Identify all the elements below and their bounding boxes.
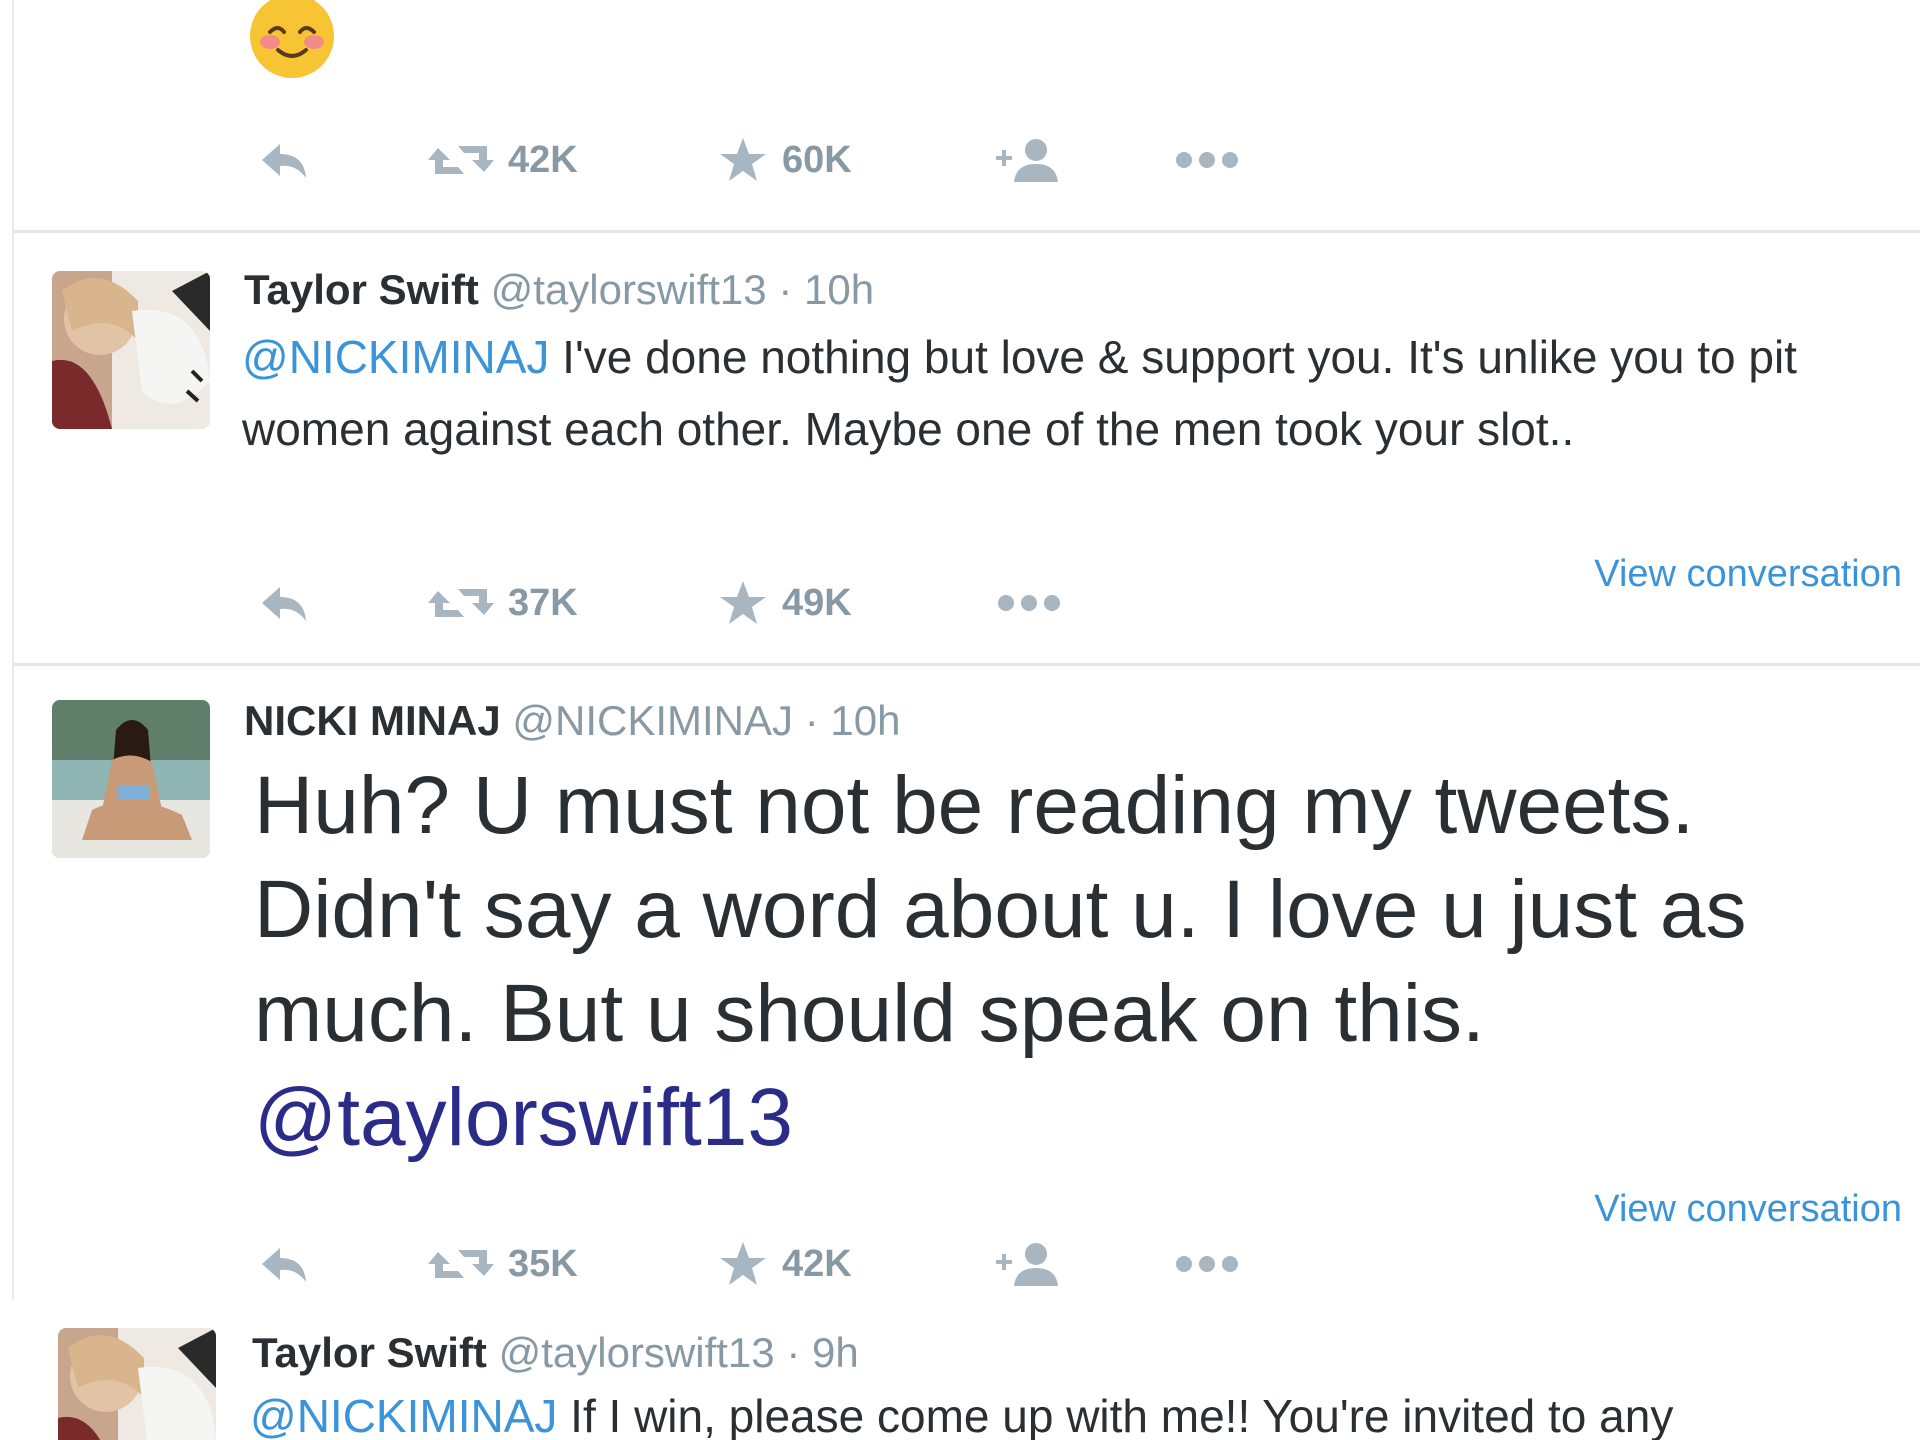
view-conversation-link[interactable]: View conversation [1594,553,1902,596]
separator: · [786,1329,801,1376]
tweet-item[interactable]: 42K 60K [14,0,1920,228]
tweet-header: NICKI MINAJ @NICKIMINAJ · 10h [244,696,900,746]
reply-icon [262,144,306,178]
follow-button[interactable] [996,1234,1062,1294]
timestamp[interactable]: 10h [830,697,900,744]
retweet-button[interactable]: 37K [428,573,578,633]
mention-link[interactable]: @NICKIMINAJ [250,1390,557,1440]
avatar-image [58,1328,216,1440]
tweet-body: Huh? U must not be reading my tweets. Di… [254,760,1747,1059]
more-icon [1176,1256,1238,1272]
reply-icon [262,587,306,621]
author-name[interactable]: Taylor Swift [252,1329,487,1376]
view-conversation-link[interactable]: View conversation [1594,1188,1902,1231]
avatar[interactable] [52,271,210,429]
tweet-body: If I win, please come up with me!! You'r… [557,1390,1674,1440]
favorite-button[interactable]: 49K [718,573,852,633]
tweet-item[interactable]: Taylor Swift @taylorswift13 · 10h @NICKI… [14,233,1920,663]
timestamp[interactable]: 9h [812,1329,859,1376]
retweet-count: 37K [508,581,578,624]
favorite-count: 60K [782,138,852,181]
author-handle[interactable]: @taylorswift13 [499,1329,775,1376]
avatar[interactable] [52,700,210,858]
more-icon [998,595,1060,611]
author-handle[interactable]: @taylorswift13 [491,266,767,313]
smiling-face-icon [250,0,334,78]
star-icon [720,581,766,624]
retweet-icon [428,589,494,617]
tweet-text: @NICKIMINAJ If I win, please come up wit… [250,1384,1920,1440]
author-name[interactable]: NICKI MINAJ [244,697,501,744]
tweet-timeline: 42K 60K Taylor Swift @taylorswift13 · 10… [0,0,1920,1440]
reply-button[interactable] [258,573,310,633]
tweet-actions: 37K 49K [244,573,1244,633]
favorite-button[interactable]: 42K [718,1234,852,1294]
retweet-icon [428,1250,494,1278]
follow-button[interactable] [996,130,1062,190]
favorite-count: 49K [782,581,852,624]
tweet-actions: 35K 42K [244,1234,1244,1294]
tweet-item[interactable]: NICKI MINAJ @NICKIMINAJ · 10h Huh? U mus… [14,666,1920,1290]
tweet-text: @NICKIMINAJ I've done nothing but love &… [242,321,1882,465]
retweet-button[interactable]: 35K [428,1234,578,1294]
reply-icon [262,1248,306,1282]
retweet-count: 35K [508,1242,578,1285]
add-user-icon [996,139,1058,182]
mention-link[interactable]: @taylorswift13 [254,1072,793,1163]
retweet-count: 42K [508,138,578,181]
more-icon [1176,152,1238,168]
reply-button[interactable] [258,1234,310,1294]
favorite-count: 42K [782,1242,852,1285]
tweet-header: Taylor Swift @taylorswift13 · 10h [244,265,874,315]
avatar[interactable] [58,1328,216,1440]
mention-link[interactable]: @NICKIMINAJ [242,331,549,383]
tweet-text: Huh? U must not be reading my tweets. Di… [254,754,1894,1170]
favorite-button[interactable]: 60K [718,130,852,190]
star-icon [720,1242,766,1285]
avatar-image [52,700,210,858]
star-icon [720,138,766,181]
add-user-icon [996,1243,1058,1286]
tweet-header: Taylor Swift @taylorswift13 · 9h [252,1328,859,1378]
avatar-image [52,271,210,429]
tweet-item[interactable]: Taylor Swift @taylorswift13 · 9h @NICKIM… [20,1296,1920,1440]
more-button[interactable] [1174,1234,1240,1294]
tweet-actions: 42K 60K [244,130,1244,190]
timestamp[interactable]: 10h [804,266,874,313]
retweet-icon [428,146,494,174]
reply-button[interactable] [258,130,310,190]
more-button[interactable] [996,573,1062,633]
more-button[interactable] [1174,130,1240,190]
separator: · [778,266,793,313]
retweet-button[interactable]: 42K [428,130,578,190]
separator: · [804,697,819,744]
author-handle[interactable]: @NICKIMINAJ [512,697,793,744]
author-name[interactable]: Taylor Swift [244,266,479,313]
